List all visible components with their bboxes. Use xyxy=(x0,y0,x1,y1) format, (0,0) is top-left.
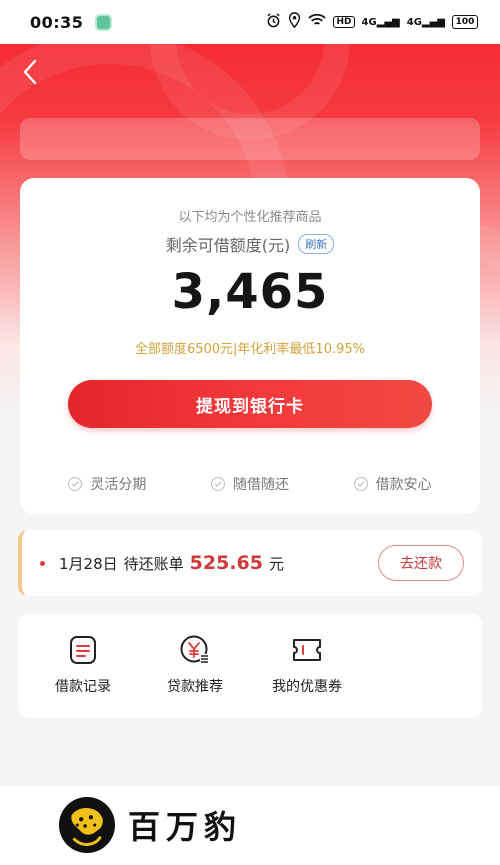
yuan-coin-icon xyxy=(179,634,211,666)
alarm-icon xyxy=(266,12,281,32)
header-banner-placeholder xyxy=(20,118,480,160)
menu-label: 贷款推荐 xyxy=(167,679,223,695)
signal-4g-icon: 4G▂▄▆ xyxy=(361,16,400,28)
bill-bullet xyxy=(40,560,45,566)
bill-label: 待还账单 xyxy=(123,555,184,573)
feature-item: 随借随还 xyxy=(210,474,289,494)
bill-amount: 525.65 xyxy=(189,552,263,574)
check-circle-icon xyxy=(210,477,225,491)
recommend-subtitle: 以下均为个性化推荐商品 xyxy=(178,210,322,225)
check-circle-icon xyxy=(68,477,83,491)
credit-label: 剩余可借额度(元) xyxy=(165,236,291,255)
app-notification-icon xyxy=(95,13,113,31)
menu-label: 我的优惠券 xyxy=(272,679,342,695)
wifi-icon xyxy=(308,13,327,31)
bill-unit: 元 xyxy=(268,555,284,573)
menu-label: 借款记录 xyxy=(55,679,111,695)
brand-watermark: 百万豹 xyxy=(6,790,296,860)
bill-card: 1月28日 待还账单 525.65 元 去还款 xyxy=(18,530,482,596)
status-bar: 00:35 HD 4G▂▄▆ 4G▂▄▆ 100 xyxy=(0,0,500,44)
brand-name: 百万豹 xyxy=(128,808,243,846)
status-time: 00:35 xyxy=(30,12,84,32)
document-icon xyxy=(67,634,99,666)
status-icons: HD 4G▂▄▆ 4G▂▄▆ 100 xyxy=(266,12,478,32)
check-circle-icon xyxy=(353,477,368,491)
location-icon xyxy=(288,12,301,32)
credit-card: 以下均为个性化推荐商品 剩余可借额度(元) 刷新 3,465 全部额度6500元… xyxy=(20,178,480,514)
back-button[interactable] xyxy=(16,58,44,86)
signal-4g-icon-2: 4G▂▄▆ xyxy=(406,16,445,28)
battery-icon: 100 xyxy=(452,15,478,29)
feature-item: 灵活分期 xyxy=(68,474,146,494)
credit-label-row: 剩余可借额度(元) 刷新 xyxy=(20,232,480,256)
available-amount: 3,465 xyxy=(171,264,329,320)
hd-badge: HD xyxy=(333,16,355,28)
coupon-icon xyxy=(291,634,323,666)
feature-label: 随借随还 xyxy=(232,477,289,493)
menu-item-loan-records[interactable]: 借款记录 xyxy=(28,634,138,696)
menu-item-my-coupons[interactable]: 我的优惠券 xyxy=(252,634,362,696)
feature-item: 借款安心 xyxy=(353,474,432,494)
feature-list: 灵活分期 随借随还 借款安心 xyxy=(20,474,480,494)
bill-summary: 1月28日 待还账单 525.65 元 xyxy=(59,552,284,574)
repay-button[interactable]: 去还款 xyxy=(378,545,464,581)
leopard-logo-icon xyxy=(58,796,116,854)
feature-label: 借款安心 xyxy=(375,477,432,493)
withdraw-button[interactable]: 提现到银行卡 xyxy=(68,380,432,428)
chevron-left-icon xyxy=(23,59,37,85)
limit-info: 全部额度6500元|年化利率最低10.95% xyxy=(134,342,366,357)
bill-date: 1月28日 xyxy=(59,555,118,573)
menu-item-loan-recommend[interactable]: 贷款推荐 xyxy=(140,634,250,696)
feature-label: 灵活分期 xyxy=(90,477,147,493)
refresh-button[interactable]: 刷新 xyxy=(298,234,335,254)
quick-menu: 借款记录 贷款推荐 我的优惠券 xyxy=(18,614,482,718)
